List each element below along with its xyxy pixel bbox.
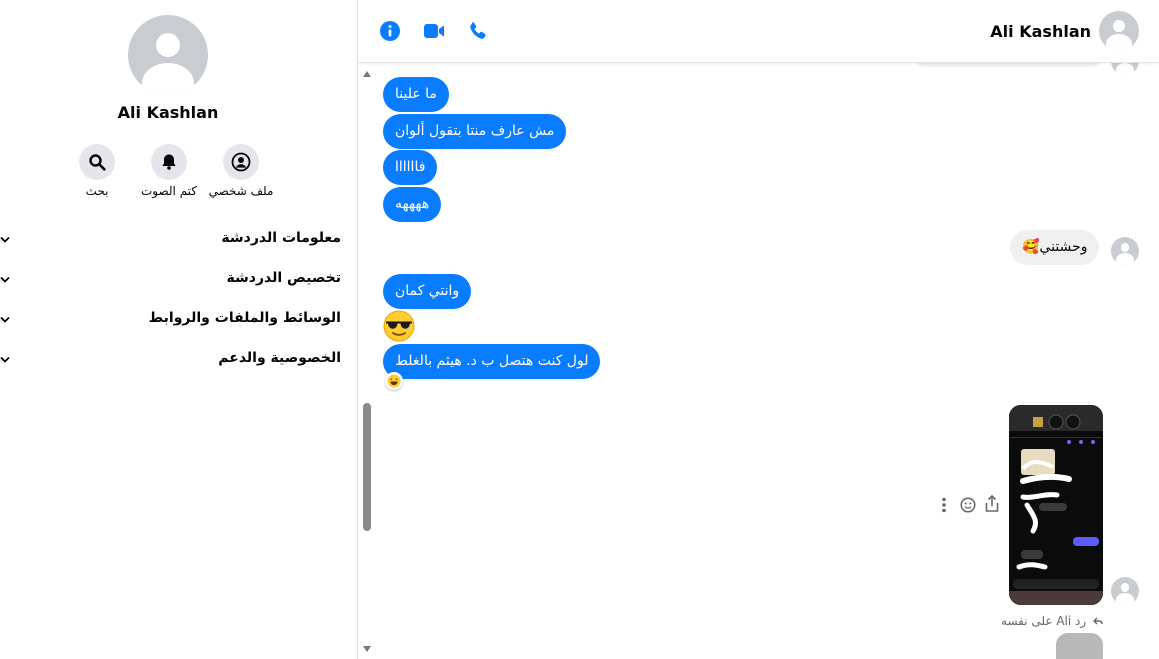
reply-icon (1093, 617, 1103, 625)
previous-message-bubble (913, 63, 1103, 67)
menu-item-label: معلومات الدردشة (221, 230, 341, 246)
info-icon[interactable] (378, 19, 402, 43)
conversation-details-panel: Ali Kashlan ملف شخصي كتم الصوت بحث معلوم… (0, 0, 358, 659)
menu-item-label: تخصيص الدردشة (226, 270, 341, 286)
details-menu: معلومات الدردشة تخصيص الدردشة الوسائط وا… (0, 222, 358, 382)
menu-chat-info[interactable]: معلومات الدردشة (0, 222, 358, 262)
message-bubble-out[interactable]: ما علينا (383, 77, 449, 112)
contact-avatar[interactable] (1099, 11, 1139, 51)
scroll-down-arrow[interactable] (363, 646, 371, 652)
sender-avatar (1111, 577, 1139, 605)
more-options-icon[interactable] (941, 497, 947, 513)
search-label: بحث (85, 184, 109, 198)
message-bubble-out[interactable]: فاااااا (383, 150, 438, 185)
laughing-reaction-icon[interactable] (385, 372, 403, 390)
message-actions (936, 495, 1006, 515)
share-icon[interactable] (984, 495, 1000, 513)
scroll-thumb[interactable] (363, 403, 371, 531)
image-attachment-partial[interactable] (1056, 633, 1103, 659)
menu-privacy-support[interactable]: الخصوصية والدعم (0, 342, 358, 382)
message-list: ما علينا مش عارف منتا بتقول ألوان فااااا… (358, 63, 1159, 659)
search-button[interactable]: بحث (52, 144, 142, 198)
message-bubble-out[interactable]: لول كنت هتصل ب د. هيثم بالغلط (383, 344, 601, 379)
bell-icon (151, 144, 187, 180)
sender-avatar (1111, 237, 1139, 265)
reply-indicator: رد Ali على نفسه (1001, 614, 1103, 628)
message-bubble-out[interactable]: وانتي كمان (383, 274, 472, 309)
contact-name-header[interactable]: Ali Kashlan (990, 22, 1091, 41)
message-bubble-in[interactable]: وحشتني🥰 (1010, 230, 1100, 265)
react-icon[interactable] (960, 497, 976, 513)
scrollbar[interactable] (358, 63, 374, 659)
phone-icon[interactable] (466, 19, 490, 43)
contact-name: Ali Kashlan (117, 103, 219, 122)
menu-item-label: الوسائط والملفات والروابط (148, 310, 341, 326)
profile-icon (223, 144, 259, 180)
scroll-up-arrow[interactable] (363, 71, 371, 77)
image-attachment[interactable] (1009, 405, 1103, 605)
menu-customize-chat[interactable]: تخصيص الدردشة (0, 262, 358, 302)
chevron-down-icon (0, 356, 10, 363)
chat-header: Ali Kashlan (358, 0, 1159, 63)
chevron-down-icon (0, 276, 10, 283)
search-icon (79, 144, 115, 180)
video-call-icon[interactable] (422, 19, 446, 43)
menu-media-files-links[interactable]: الوسائط والملفات والروابط (0, 302, 358, 342)
message-bubble-out[interactable]: مش عارف منتا بتقول ألوان (383, 114, 567, 149)
chevron-down-icon (0, 316, 10, 323)
sender-avatar (1111, 63, 1139, 75)
menu-item-label: الخصوصية والدعم (218, 350, 341, 366)
sunglasses-emoji-message[interactable] (383, 310, 415, 342)
contact-avatar-large[interactable] (128, 15, 208, 95)
chevron-down-icon (0, 236, 10, 243)
reply-note-text: رد Ali على نفسه (1001, 614, 1087, 628)
message-bubble-out[interactable]: ههههه (383, 187, 442, 222)
screenshot-thumbnail (1009, 405, 1103, 605)
